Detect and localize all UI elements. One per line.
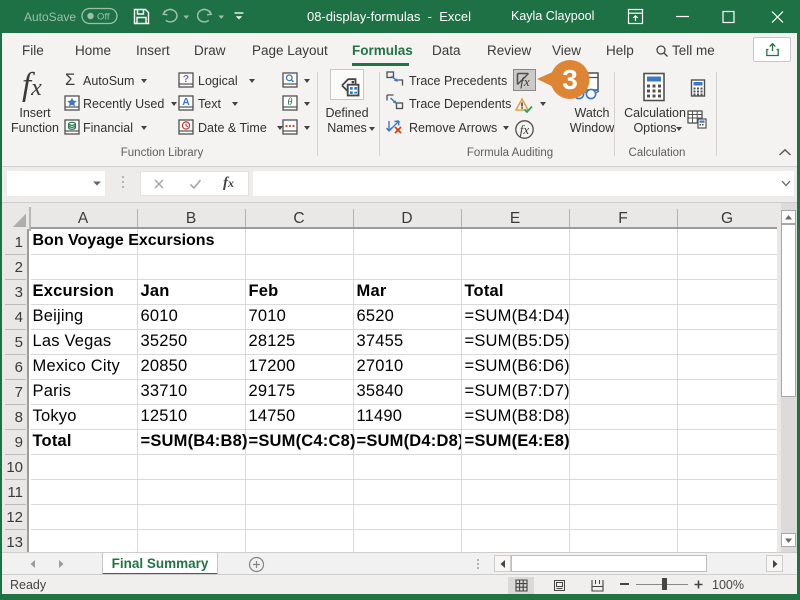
svg-text:?: ? — [183, 73, 189, 85]
svg-text:Off: Off — [97, 12, 110, 23]
svg-text:3: 3 — [562, 64, 578, 95]
svg-text:θ: θ — [288, 97, 293, 108]
svg-text:fx: fx — [520, 122, 530, 137]
svg-text:fx: fx — [520, 74, 530, 89]
svg-text:A: A — [182, 96, 190, 108]
